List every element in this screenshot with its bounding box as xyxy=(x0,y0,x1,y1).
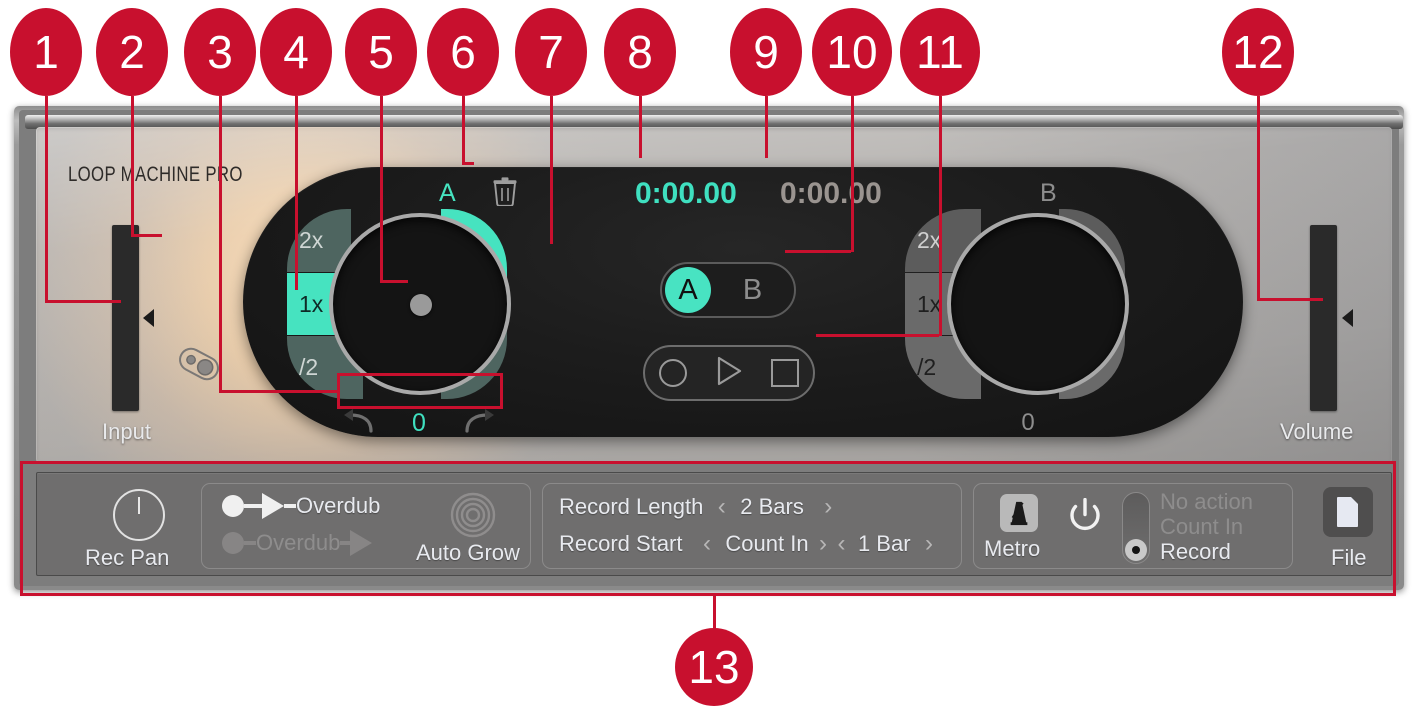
volume-fader-marker[interactable] xyxy=(1342,309,1353,327)
loop-module: A B 0:00.00 0:00.00 2x xyxy=(243,167,1243,437)
action-slider-knob[interactable] xyxy=(1125,539,1147,561)
bottom-toolbar: Rec Pan Overdub Overdub xyxy=(36,472,1392,576)
action-option-record[interactable]: Record xyxy=(1160,539,1253,564)
action-option-no-action[interactable]: No action xyxy=(1160,489,1253,514)
action-option-count-in[interactable]: Count In xyxy=(1160,514,1253,539)
deck-a-undo-bar: 0 xyxy=(341,410,497,436)
overdub-top-dot[interactable] xyxy=(222,495,244,517)
input-fader-track[interactable] xyxy=(112,225,139,411)
callout-bubble-6: 6 xyxy=(427,8,499,96)
main-panel: LOOP MACHINE PRO Input xyxy=(36,127,1392,463)
overdub-top-bar2 xyxy=(284,504,296,508)
callout-bubble-7: 7 xyxy=(515,8,587,96)
jack-connector-icon xyxy=(176,345,222,383)
deck-a-knob-assembly: 2x 1x /2 » « xyxy=(285,209,535,419)
knob-tick xyxy=(138,497,140,514)
overdub-top-arrow-icon xyxy=(262,493,284,519)
callout-bubble-10: 10 xyxy=(812,8,892,96)
power-icon[interactable] xyxy=(1068,498,1102,532)
record-circle-icon[interactable] xyxy=(659,359,687,387)
callout-bubble-8: 8 xyxy=(604,8,676,96)
record-start-bars-next[interactable]: › xyxy=(925,530,933,557)
overdub-bottom-bar2 xyxy=(340,541,350,545)
deck-b-value: 0 xyxy=(903,409,1153,437)
callout-bubble-9: 9 xyxy=(730,8,802,96)
concentric-circles-icon[interactable] xyxy=(450,492,496,543)
callout-bubble-1: 1 xyxy=(10,8,82,96)
metronome-icon[interactable] xyxy=(1000,494,1038,532)
input-fader-label: Input xyxy=(102,419,151,445)
callout-bubble-3: 3 xyxy=(184,8,256,96)
ab-switch-b[interactable]: B xyxy=(711,274,794,307)
brand-logo-text: LOOP MACHINE PRO xyxy=(68,163,243,187)
input-fader-marker[interactable] xyxy=(143,309,154,327)
auto-grow-label: Auto Grow xyxy=(416,540,520,566)
overdub-bottom-dot[interactable] xyxy=(222,532,244,554)
callout-bubble-12: 12 xyxy=(1222,8,1294,96)
callout-line-13 xyxy=(713,596,716,630)
overdub-bottom-arrow-icon xyxy=(350,530,372,556)
callout-bubble-4: 4 xyxy=(260,8,332,96)
record-length-row: Record Length ‹ 2 Bars › xyxy=(559,493,832,523)
rec-pan-label: Rec Pan xyxy=(85,545,169,571)
loop-machine-device: LOOP MACHINE PRO Input xyxy=(14,106,1404,590)
deck-a-knob-indicator[interactable] xyxy=(410,294,432,316)
play-triangle-icon[interactable] xyxy=(715,356,743,391)
action-slider-options: No action Count In Record xyxy=(1160,489,1253,564)
callout-bubble-2: 2 xyxy=(96,8,168,96)
volume-fader[interactable]: Volume xyxy=(1280,225,1392,455)
transport-controls[interactable] xyxy=(643,345,815,401)
record-start-prev[interactable]: ‹ xyxy=(703,530,711,557)
overdub-bottom-row[interactable]: Overdub xyxy=(222,530,432,560)
metro-label: Metro xyxy=(984,536,1040,562)
trash-icon[interactable] xyxy=(492,177,518,206)
record-start-bars-value[interactable]: 1 Bar xyxy=(858,531,911,556)
record-length-value[interactable]: 2 Bars xyxy=(740,494,804,519)
timer-primary: 0:00.00 xyxy=(635,177,737,211)
record-length-prev[interactable]: ‹ xyxy=(718,493,726,520)
device-inner-shell: LOOP MACHINE PRO Input xyxy=(19,110,1399,586)
overdub-top-bar xyxy=(244,504,262,508)
input-fader[interactable]: Input xyxy=(98,225,208,455)
callout-bubble-13: 13 xyxy=(675,628,753,706)
deck-b-knob[interactable] xyxy=(947,213,1129,395)
redo-icon[interactable] xyxy=(463,408,497,439)
record-start-row: Record Start ‹ Count In › ‹ 1 Bar › xyxy=(559,530,933,560)
record-length-next[interactable]: › xyxy=(824,493,832,520)
record-settings-group: Record Length ‹ 2 Bars › Record Start ‹ … xyxy=(542,483,962,569)
action-slider-track[interactable] xyxy=(1122,492,1150,564)
record-start-value[interactable]: Count In xyxy=(725,531,808,556)
volume-fader-label: Volume xyxy=(1280,419,1353,445)
callout-bubble-11: 11 xyxy=(900,8,980,96)
auto-grow-control[interactable]: Auto Grow xyxy=(432,492,528,566)
file-control[interactable]: File xyxy=(1309,487,1399,569)
metro-group: Metro No action Count In Record xyxy=(973,483,1293,569)
stop-square-icon[interactable] xyxy=(771,359,799,387)
undo-icon[interactable] xyxy=(341,408,375,439)
file-label: File xyxy=(1331,545,1366,571)
timer-secondary: 0:00.00 xyxy=(780,177,882,211)
knob-icon[interactable] xyxy=(113,489,165,541)
overdub-autogrow-group: Overdub Overdub Auto Grow xyxy=(201,483,531,569)
file-page-icon[interactable] xyxy=(1323,487,1373,537)
record-length-label: Record Length xyxy=(559,494,703,519)
overdub-bottom-bar xyxy=(244,541,256,545)
ab-switch-a[interactable]: A xyxy=(665,267,711,313)
overdub-top-row[interactable]: Overdub xyxy=(222,493,412,523)
volume-fader-track[interactable] xyxy=(1310,225,1337,411)
rec-pan-control[interactable]: Rec Pan xyxy=(85,487,193,569)
record-start-bars-prev[interactable]: ‹ xyxy=(837,530,845,557)
undo-count: 0 xyxy=(412,409,426,438)
deck-a-title: A xyxy=(439,179,456,208)
deck-b-title: B xyxy=(1040,179,1057,208)
overdub-bottom-label: Overdub xyxy=(256,530,340,555)
callout-bubble-5: 5 xyxy=(345,8,417,96)
record-start-label: Record Start xyxy=(559,531,683,556)
overdub-top-label: Overdub xyxy=(296,493,380,518)
record-start-next[interactable]: › xyxy=(819,530,827,557)
ab-deck-switch[interactable]: A B xyxy=(660,262,796,318)
deck-b-knob-assembly: 2x 1x /2 » « 0 xyxy=(903,209,1153,419)
